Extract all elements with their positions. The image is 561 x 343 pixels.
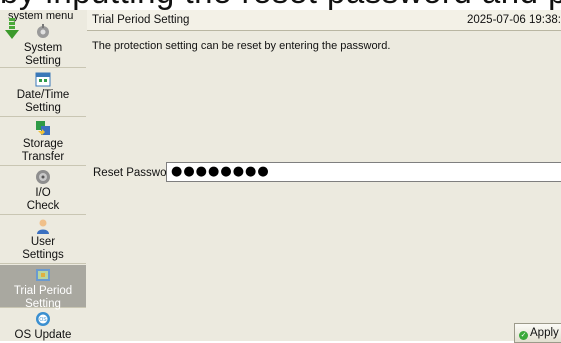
sidebar-item-io-check[interactable]: I/O Check: [0, 167, 86, 215]
sidebar-item-label: Settings: [22, 249, 64, 261]
apply-button-label: Apply: [530, 327, 559, 339]
sidebar-item-date-time-setting[interactable]: Date/Time Setting: [0, 69, 86, 117]
sidebar-item-label: Trial Period: [13, 285, 73, 297]
system-menu-sidebar: system menu System Setting Date/Time Set…: [0, 10, 88, 341]
trial-icon: [36, 269, 50, 281]
reset-password-input[interactable]: ●●●●●●●●: [166, 162, 561, 182]
sidebar-item-label: Setting: [25, 55, 61, 67]
sidebar-item-os-update[interactable]: OS OS Update: [0, 309, 86, 341]
page-title: Trial Period Setting: [92, 14, 190, 26]
sidebar-item-label: Transfer: [21, 151, 65, 163]
sidebar-item-label: Storage: [22, 138, 64, 150]
sidebar-item-label: Date/Time: [16, 89, 70, 101]
instruction-banner: by inputting the reset password and pres…: [0, 0, 561, 10]
apply-button[interactable]: ✓ Apply: [514, 323, 561, 343]
wrench-icon: [37, 24, 49, 38]
check-icon: ✓: [519, 331, 528, 340]
panel-header: Trial Period Setting 2025-07-06 19:38:: [87, 10, 561, 31]
sidebar-item-label: I/O: [35, 187, 51, 199]
sidebar-item-label: Check: [26, 200, 60, 212]
sidebar-item-user-settings[interactable]: User Settings: [0, 216, 86, 264]
svg-text:OS: OS: [39, 317, 47, 323]
user-icon: [37, 219, 49, 234]
datetime-display: 2025-07-06 19:38:: [467, 14, 561, 26]
sidebar-item-label: OS Update: [14, 329, 72, 341]
io-gear-icon: [36, 170, 50, 184]
sidebar-item-label: Setting: [25, 102, 61, 114]
reset-password-label: Reset Password: [93, 167, 177, 179]
description-text: The protection setting can be reset by e…: [92, 40, 391, 52]
sidebar-item-trial-period-setting[interactable]: Trial Period Setting: [0, 265, 86, 310]
os-update-icon: OS: [36, 312, 50, 326]
transfer-icon: [36, 121, 50, 135]
banner-text: by inputting the reset password and pres…: [0, 0, 561, 10]
sidebar-item-storage-transfer[interactable]: Storage Transfer: [0, 118, 86, 166]
sidebar-item-system-setting[interactable]: System Setting: [0, 22, 86, 68]
main-panel: Trial Period Setting 2025-07-06 19:38: T…: [87, 10, 561, 343]
sidebar-item-label: User: [30, 236, 56, 248]
sidebar-item-label: System: [23, 42, 63, 54]
calendar-icon: [35, 72, 51, 87]
